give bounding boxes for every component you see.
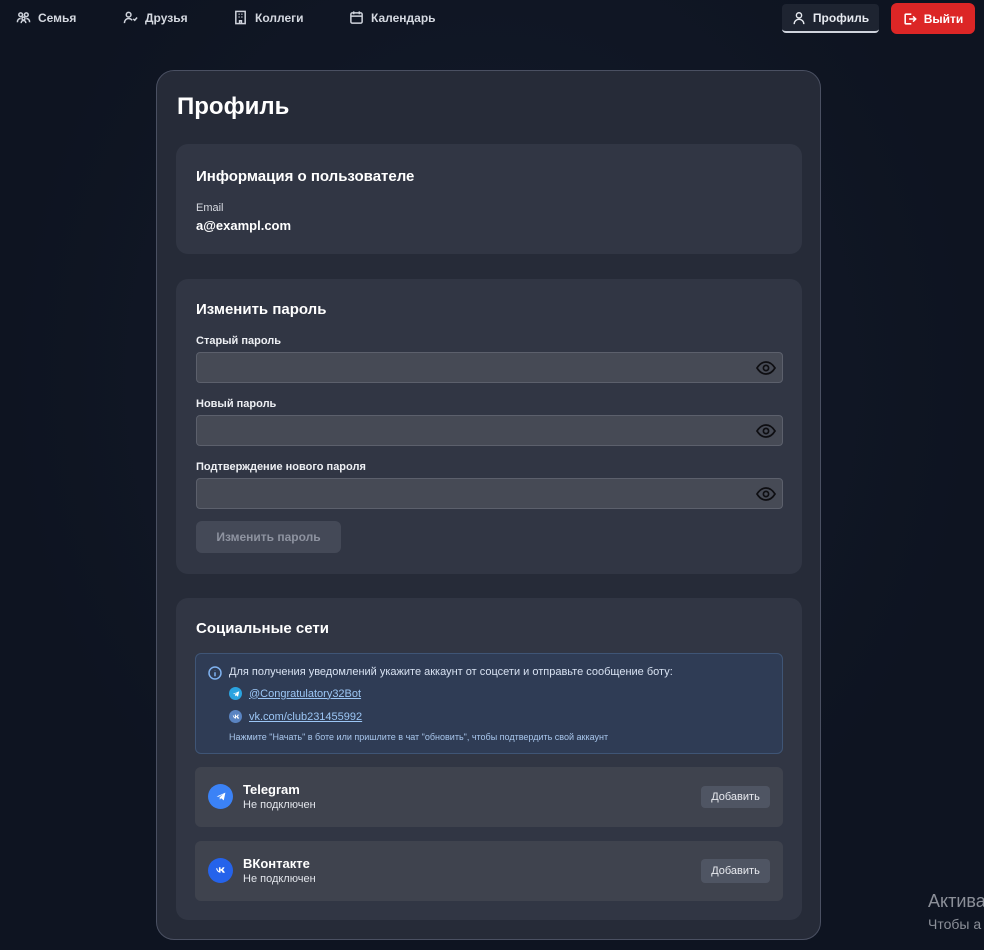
telegram-logo-icon [208, 784, 233, 809]
logout-label: Выйти [923, 11, 964, 26]
telegram-bot-link[interactable]: @Congratulatory32Bot [229, 687, 361, 700]
vk-account-row: ВКонтакте Не подключен Добавить [195, 841, 783, 901]
watermark-title: Актива [928, 891, 984, 911]
page-title: Профиль [177, 93, 290, 120]
nav-calendar-label: Календарь [371, 10, 436, 25]
social-networks-section: Социальные сети Для получения уведомлени… [176, 598, 802, 920]
add-vk-button[interactable]: Добавить [701, 859, 770, 883]
bot-info-text: Для получения уведомлений укажите аккаун… [229, 666, 673, 678]
old-password-field [196, 352, 783, 383]
nav-colleagues-label: Коллеги [255, 10, 304, 25]
vk-status: Не подключен [243, 873, 316, 885]
eye-icon[interactable] [755, 360, 777, 376]
add-telegram-button[interactable]: Добавить [701, 786, 770, 808]
nav-calendar[interactable]: Календарь [349, 10, 436, 25]
nav-colleagues[interactable]: Коллеги [233, 10, 304, 25]
logout-icon [904, 12, 917, 25]
nav-friends-label: Друзья [145, 10, 188, 25]
telegram-name: Telegram [243, 782, 300, 797]
change-password-title: Изменить пароль [196, 301, 327, 318]
telegram-icon [229, 687, 242, 700]
confirm-hint-text: Нажмите "Начать" в боте или пришлите в ч… [229, 732, 609, 742]
social-networks-title: Социальные сети [196, 620, 329, 637]
activation-watermark: Актива Чтобы а [928, 891, 984, 932]
nav-friends[interactable]: Друзья [123, 10, 188, 25]
user-info-section: Информация о пользователе Email a@exampl… [176, 144, 802, 254]
nav-family[interactable]: Семья [16, 10, 76, 25]
telegram-bot-handle[interactable]: @Congratulatory32Bot [249, 688, 361, 700]
calendar-icon [350, 11, 363, 24]
change-password-section: Изменить пароль Старый пароль Новый паро… [176, 279, 802, 574]
info-icon [208, 666, 222, 680]
confirm-password-input[interactable] [197, 479, 782, 508]
old-password-label: Старый пароль [196, 335, 282, 347]
vk-name: ВКонтакте [243, 856, 310, 871]
nav-profile[interactable]: Профиль [782, 4, 879, 33]
user-icon [793, 11, 805, 24]
confirm-password-field [196, 478, 783, 509]
watermark-subtitle: Чтобы а [928, 916, 982, 932]
family-icon [16, 12, 31, 24]
telegram-account-row: Telegram Не подключен Добавить [195, 767, 783, 827]
eye-icon[interactable] [755, 486, 777, 502]
telegram-status: Не подключен [243, 799, 316, 811]
nav-profile-label: Профиль [812, 10, 870, 25]
old-password-input[interactable] [197, 353, 782, 382]
email-label: Email [196, 202, 224, 214]
vk-logo-icon [208, 858, 233, 883]
new-password-input[interactable] [197, 416, 782, 445]
vk-icon [229, 710, 242, 723]
logout-button[interactable]: Выйти [891, 3, 975, 34]
nav-family-label: Семья [38, 10, 77, 25]
confirm-password-label: Подтверждение нового пароля [196, 461, 366, 473]
user-info-title: Информация о пользователе [196, 168, 415, 185]
change-password-button[interactable]: Изменить пароль [196, 521, 341, 553]
profile-card: Профиль Информация о пользователе Email … [156, 70, 821, 940]
friends-icon [123, 11, 138, 24]
email-value: a@exampl.com [196, 218, 292, 233]
building-icon [235, 10, 246, 25]
new-password-label: Новый пароль [196, 398, 277, 410]
top-navigation: Семья Друзья Коллеги Календарь Профиль В… [0, 0, 984, 38]
vk-bot-link[interactable]: vk.com/club231455992 [229, 710, 362, 723]
bot-info-box: Для получения уведомлений укажите аккаун… [195, 653, 783, 754]
eye-icon[interactable] [755, 423, 777, 439]
new-password-field [196, 415, 783, 446]
vk-bot-url[interactable]: vk.com/club231455992 [249, 711, 362, 723]
